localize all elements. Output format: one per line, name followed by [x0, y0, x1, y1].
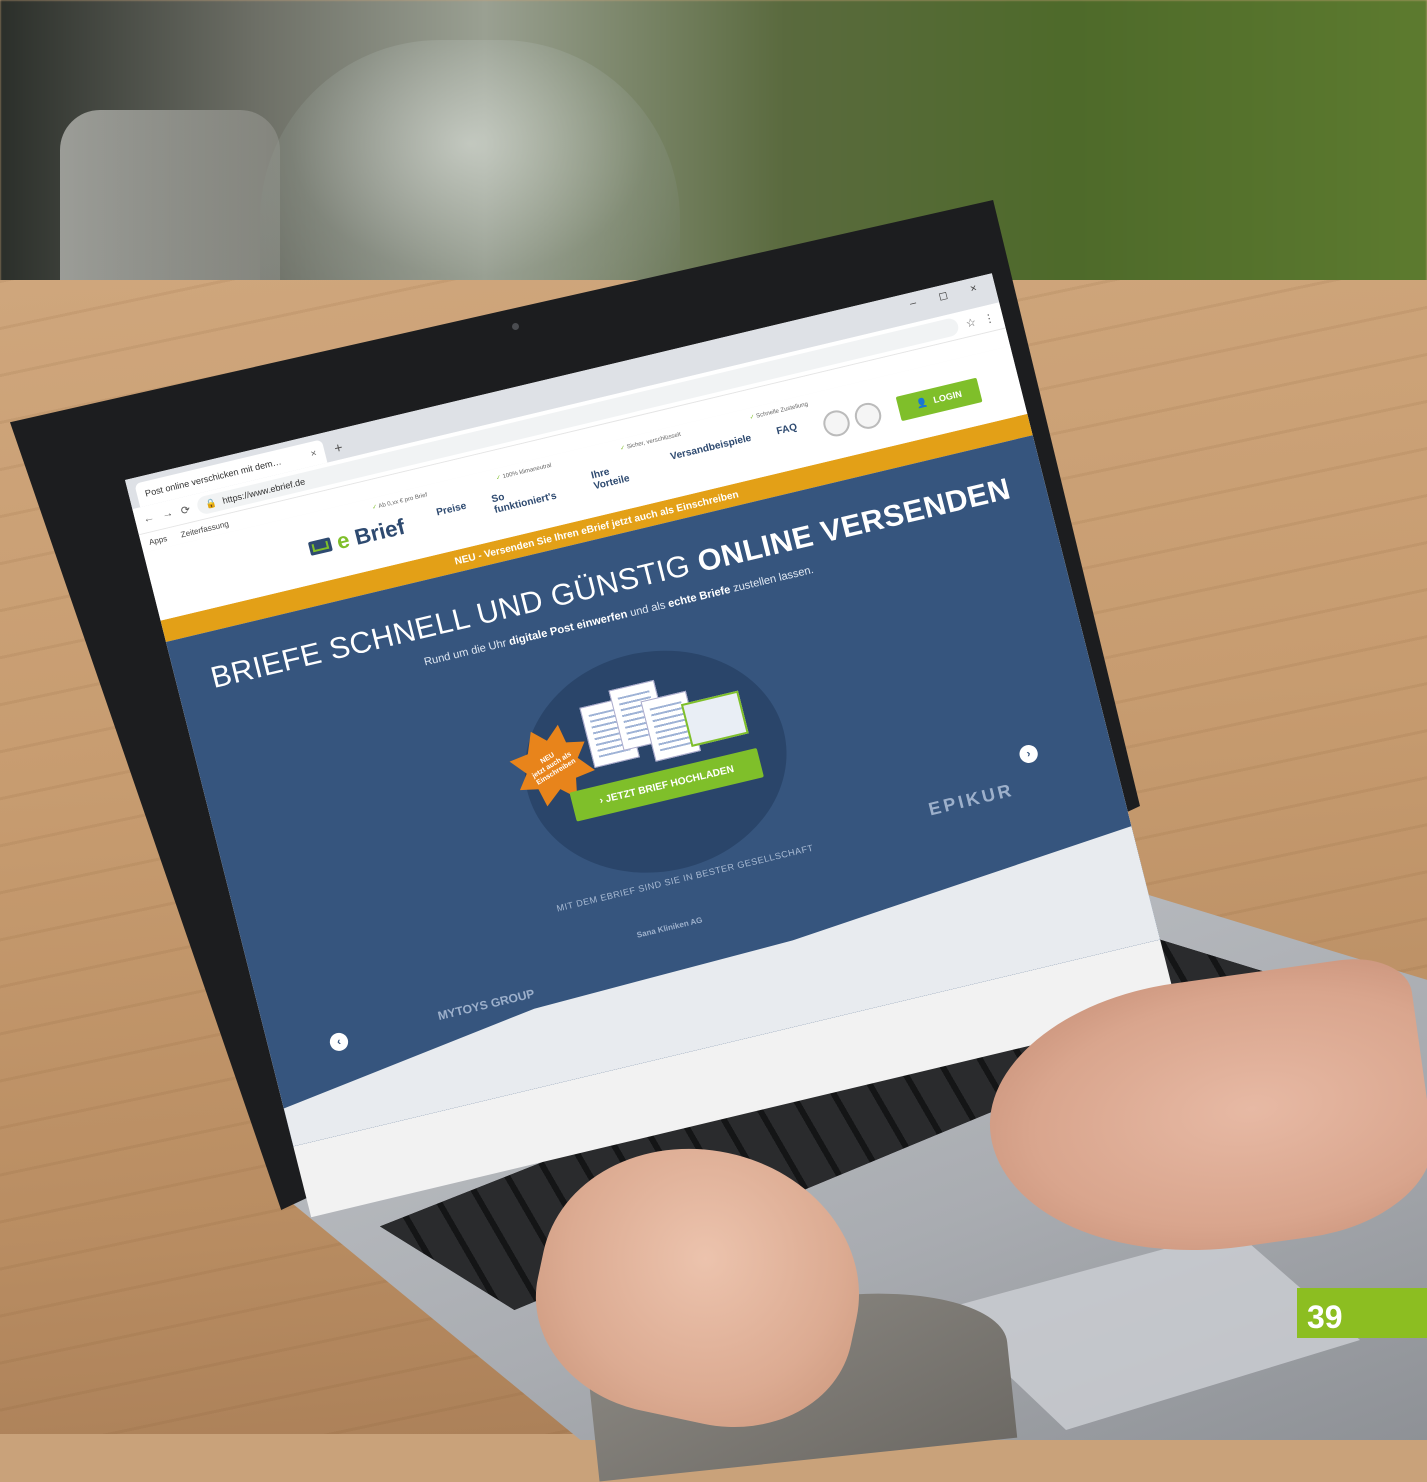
- nav-item-faq[interactable]: FAQ: [775, 422, 801, 448]
- nav-item-so-funktionierts[interactable]: So funktioniert's: [490, 477, 569, 516]
- nav-item-preise[interactable]: Preise: [435, 501, 470, 529]
- hero-sub-bold-2: echte Briefe: [666, 583, 732, 611]
- partner-logo-sana: Sana Kliniken AG: [635, 915, 704, 940]
- logo-suffix: Brief: [351, 513, 408, 550]
- star-icon[interactable]: ☆: [964, 315, 978, 330]
- back-icon[interactable]: ←: [142, 511, 156, 525]
- trust-seal-icon: [852, 400, 885, 432]
- trust-seals: [820, 400, 885, 439]
- carousel-prev-button[interactable]: ‹: [327, 1031, 351, 1053]
- bookmark-apps[interactable]: Apps: [148, 533, 168, 546]
- reload-icon[interactable]: ⟳: [179, 502, 191, 517]
- open-envelope-icon: [680, 690, 749, 747]
- hero-sub-2: und als: [625, 598, 670, 621]
- login-button[interactable]: 👤 LOGIN: [895, 377, 983, 421]
- webcam: [512, 323, 519, 330]
- user-icon: 👤: [915, 396, 929, 409]
- nav-item-ihre-vorteile[interactable]: Ihre Vorteile: [590, 458, 649, 493]
- menu-icon[interactable]: ⋮: [982, 310, 996, 325]
- page-number: 39: [1307, 1299, 1343, 1335]
- carousel-next-button[interactable]: ›: [1017, 743, 1040, 765]
- nav-item-versandbeispiele[interactable]: Versandbeispiele: [669, 433, 755, 474]
- trust-seal-icon: [820, 407, 853, 439]
- lock-icon: 🔒: [204, 497, 218, 510]
- ebrief-logo[interactable]: e Brief: [306, 514, 407, 562]
- page-number-tab: 39: [1297, 1288, 1427, 1338]
- close-tab-icon[interactable]: ×: [309, 447, 317, 459]
- logo-prefix: e: [333, 527, 353, 555]
- login-label: LOGIN: [932, 388, 963, 406]
- forward-icon[interactable]: →: [161, 507, 175, 521]
- envelope-icon: [307, 537, 333, 556]
